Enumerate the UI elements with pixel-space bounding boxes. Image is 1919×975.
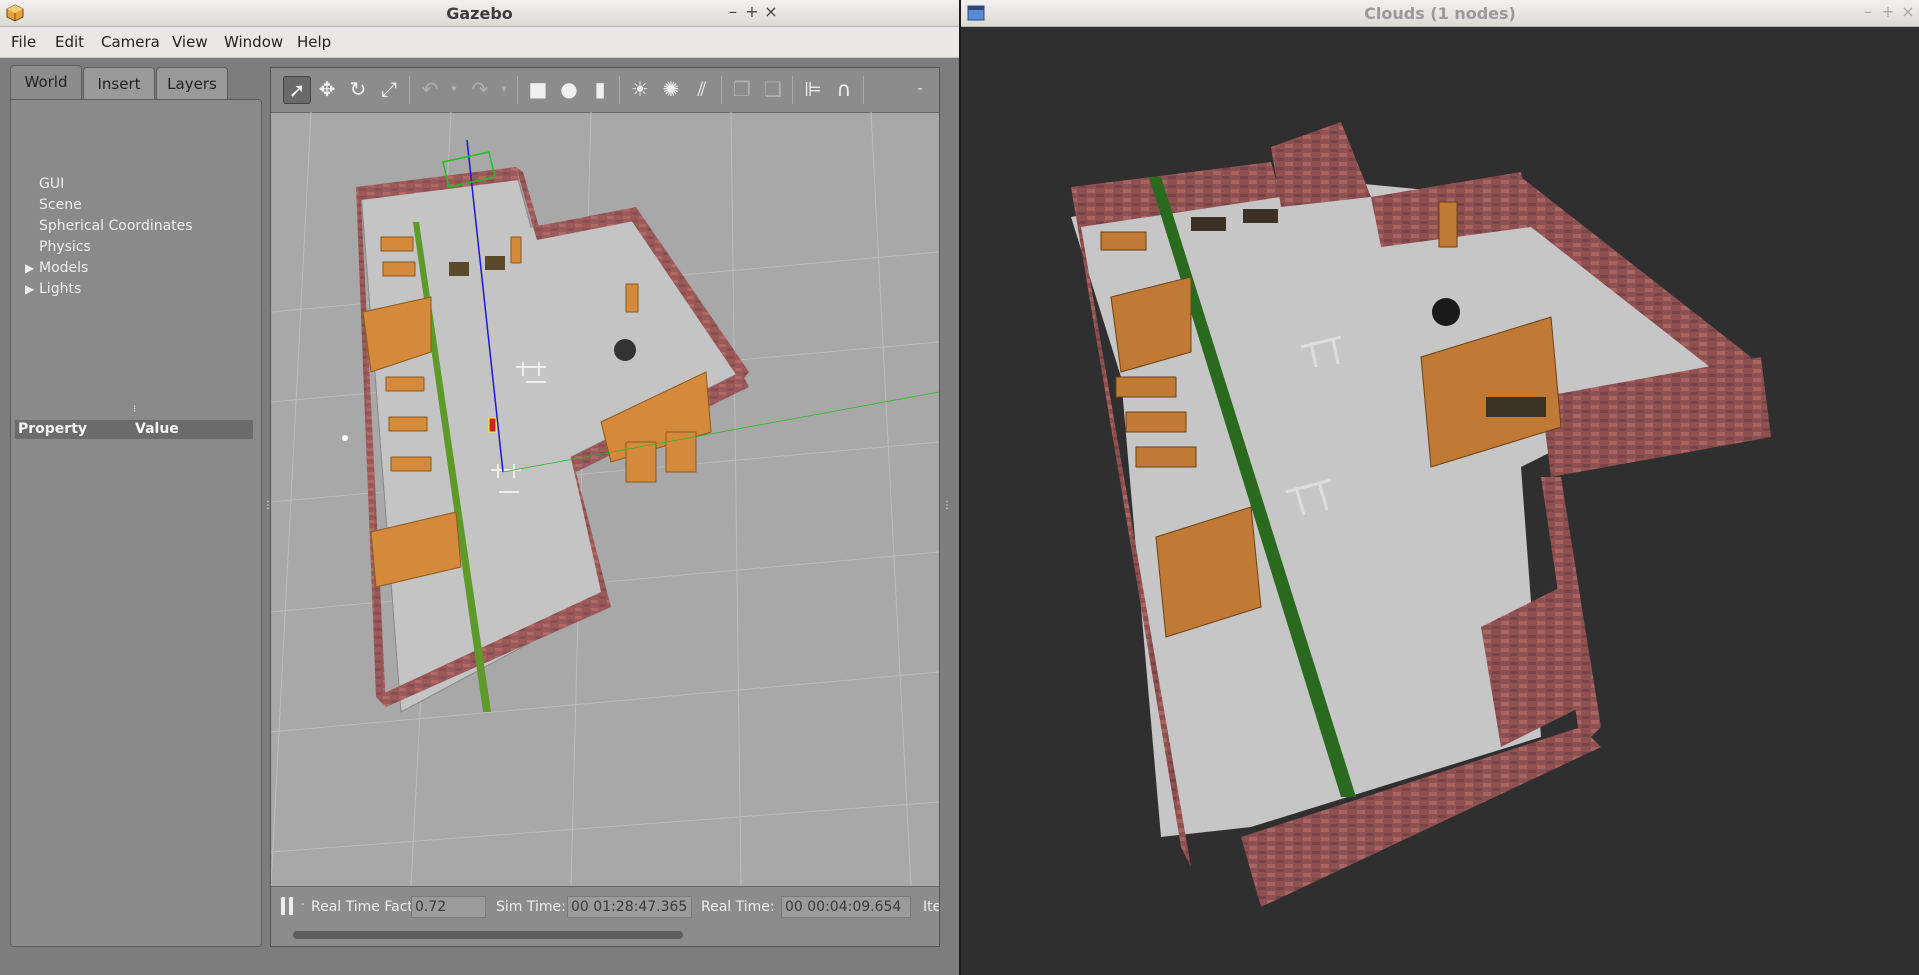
maximize-button[interactable]: + — [1879, 2, 1897, 21]
snap-icon[interactable]: ∩ — [831, 76, 857, 102]
cylinder-icon[interactable]: ▮ — [587, 76, 613, 102]
property-table-header: Property Value — [15, 420, 253, 439]
expand-arrow-icon[interactable]: ▶ — [25, 261, 34, 275]
render-viewport[interactable]: ➚ ✥ ↻ ⤢ ↶ ▾ ↷ ▾ ■ ● ▮ ☀ ✺ ⫽ ❐ ❏ ⊫ ∩ - - … — [270, 67, 940, 947]
close-button[interactable]: × — [762, 2, 780, 21]
minimize-button[interactable]: – — [724, 2, 742, 21]
property-column-header: Property — [18, 421, 88, 437]
clouds-titlebar[interactable]: Clouds (1 nodes) – + × — [961, 0, 1919, 27]
window-title: Clouds (1 nodes) — [1364, 4, 1516, 23]
left-panel-resize-handle[interactable]: ⋮ — [263, 500, 273, 514]
tab-insert[interactable]: Insert — [83, 67, 155, 100]
redo-dropdown-icon[interactable]: ▾ — [491, 76, 517, 102]
tab-world[interactable]: World — [10, 65, 82, 100]
tree-item-lights[interactable]: Lights — [39, 281, 81, 297]
more-icon[interactable]: - — [907, 76, 933, 102]
translate-icon[interactable]: ✥ — [314, 76, 340, 102]
maximize-button[interactable]: + — [743, 2, 761, 21]
menu-help[interactable]: Help — [297, 33, 331, 51]
sim-time-value: 00 01:28:47.365 — [567, 896, 692, 918]
close-button[interactable]: × — [1899, 2, 1917, 21]
copy-icon[interactable]: ❐ — [729, 76, 755, 102]
gazebo-window: Gazebo – + × File Edit Camera View Windo… — [0, 0, 959, 975]
real-time-value: 00 00:04:09.654 — [781, 896, 911, 918]
status-bar: - Real Time Factor: 0.72 Sim Time: 00 01… — [271, 886, 940, 946]
tab-layers[interactable]: Layers — [156, 67, 228, 100]
tree-item-scene[interactable]: Scene — [39, 197, 82, 213]
rotate-icon[interactable]: ↻ — [345, 76, 371, 102]
splitter-handle[interactable]: ⁝ — [133, 404, 137, 418]
value-column-header: Value — [135, 421, 179, 437]
step-indicator[interactable]: - — [301, 899, 305, 910]
gazebo-titlebar[interactable]: Gazebo – + × — [0, 0, 959, 27]
menu-file[interactable]: File — [11, 33, 36, 51]
point-light-icon[interactable]: ☀ — [627, 76, 653, 102]
iterations-label: Ite — [923, 899, 940, 915]
box-icon[interactable]: ■ — [525, 76, 551, 102]
align-icon[interactable]: ⊫ — [800, 76, 826, 102]
expand-arrow-icon[interactable]: ▶ — [25, 282, 34, 296]
window-title: Gazebo — [446, 4, 513, 23]
horizontal-scrollbar[interactable] — [293, 931, 683, 939]
gazebo-3d-scene[interactable] — [271, 112, 939, 886]
directional-light-icon[interactable]: ⫽ — [689, 76, 715, 102]
real-time-label: Real Time: — [701, 899, 775, 915]
tree-item-physics[interactable]: Physics — [39, 239, 91, 255]
left-panel: World Insert Layers GUI Scene Spherical … — [10, 65, 262, 947]
sim-time-label: Sim Time: — [496, 899, 566, 915]
world-panel: GUI Scene Spherical Coordinates Physics … — [10, 99, 262, 947]
undo-icon[interactable]: ↶ — [417, 76, 443, 102]
tree-item-spherical-coordinates[interactable]: Spherical Coordinates — [39, 218, 193, 234]
minimize-button[interactable]: – — [1859, 2, 1877, 21]
real-time-factor-value: 0.72 — [411, 896, 486, 918]
scale-icon[interactable]: ⤢ — [376, 76, 402, 102]
menu-edit[interactable]: Edit — [55, 33, 84, 51]
spot-light-icon[interactable]: ✺ — [658, 76, 684, 102]
viewport-toolbar: ➚ ✥ ↻ ⤢ ↶ ▾ ↷ ▾ ■ ● ▮ ☀ ✺ ⫽ ❐ ❏ ⊫ ∩ - — [271, 68, 939, 113]
right-panel-resize-handle[interactable]: ⋮ — [942, 500, 952, 514]
select-arrow-icon[interactable]: ➚ — [283, 76, 311, 104]
point-cloud-3d-view[interactable] — [961, 27, 1919, 975]
pause-icon[interactable] — [281, 897, 295, 915]
sphere-icon[interactable]: ● — [556, 76, 582, 102]
paste-icon[interactable]: ❏ — [760, 76, 786, 102]
tree-item-models[interactable]: Models — [39, 260, 88, 276]
menu-camera[interactable]: Camera — [101, 33, 160, 51]
tree-item-gui[interactable]: GUI — [39, 176, 64, 192]
undo-dropdown-icon[interactable]: ▾ — [441, 76, 467, 102]
clouds-window: Clouds (1 nodes) – + × — [961, 0, 1919, 975]
menu-view[interactable]: View — [172, 33, 208, 51]
redo-icon[interactable]: ↷ — [467, 76, 493, 102]
menu-bar: File Edit Camera View Window Help — [0, 27, 959, 58]
menu-window[interactable]: Window — [224, 33, 283, 51]
